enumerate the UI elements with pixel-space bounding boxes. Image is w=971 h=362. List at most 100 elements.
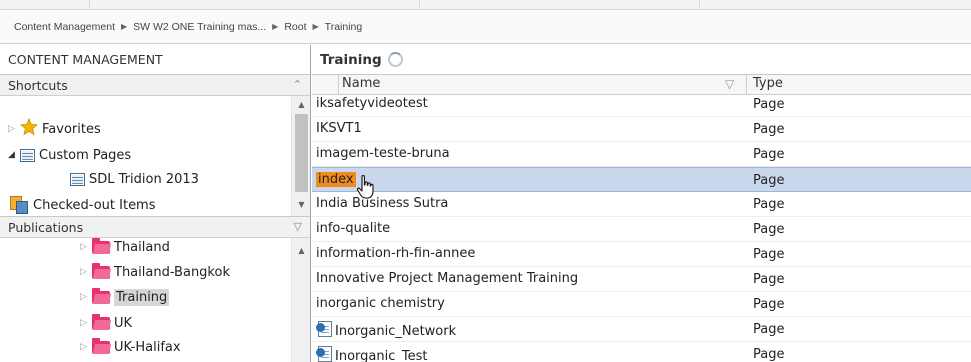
breadcrumb-item[interactable]: Training [325,21,363,33]
tree-item-favorites[interactable]: ▷ Favorites [8,117,101,140]
tree-item-custom-pages[interactable]: ◢ Custom Pages [8,144,131,166]
list-row-type: Page [753,197,785,212]
list-row[interactable]: imagem-teste-bruna Page [312,142,971,167]
filter-icon[interactable]: ▽ [725,77,734,91]
publications-scrollbar[interactable]: ▲ [291,238,310,362]
breadcrumb-separator-icon: ▶ [312,22,319,31]
page-icon [316,321,334,337]
list-row[interactable]: IKSVT1 Page [312,117,971,142]
shortcuts-header[interactable]: Shortcuts ⌃ [0,75,310,96]
list-row[interactable]: Inorganic_Test Page [312,342,971,362]
page-icon [316,346,334,362]
list-row-label: info-qualite [316,221,391,236]
shortcuts-scrollbar[interactable]: ▲ ▼ [291,96,310,216]
list-row[interactable]: iksafetyvideotest Page [312,92,971,117]
expand-icon[interactable]: ▷ [80,242,92,252]
folder-icon [92,238,110,254]
toolbar-segment [420,0,700,10]
list-row-type: Page [753,222,785,237]
tree-item-thailand[interactable]: ▷ Thailand [80,238,170,258]
tree-item-label: Custom Pages [39,147,132,163]
filter-icon[interactable]: ▽ [294,220,302,233]
tree-item-checked-out[interactable]: Checked-out Items [10,194,156,216]
list-row-name: index [316,172,356,187]
tree-item-training[interactable]: ▷ Training [80,286,170,308]
list-row-type: Page [753,97,785,112]
list-row-name: IKSVT1 [316,121,362,136]
list-row[interactable]: information-rh-fin-annee Page [312,242,971,267]
list-row-label: index [316,172,356,187]
shortcuts-tree: ▷ Favorites ◢ Custom Pages SDL Tridion 2… [0,96,310,217]
folder-icon [92,313,110,330]
folder-icon [92,337,110,354]
list-row[interactable]: Innovative Project Management Training Pa… [312,267,971,292]
list-row-name: information-rh-fin-annee [316,246,475,261]
list-row-name: Inorganic_Test [316,346,427,362]
expand-icon[interactable]: ▷ [80,292,92,302]
list-row-type: Page [753,347,785,362]
tree-item-thailand-bangkok[interactable]: ▷ Thailand-Bangkok [80,261,230,283]
expand-icon[interactable]: ▷ [80,267,92,277]
breadcrumb-item[interactable]: SW W2 ONE Training mas... [133,21,266,33]
collapse-icon[interactable]: ⌃ [293,78,302,91]
tree-item-uk-halifax[interactable]: ▷ UK-Halifax [80,336,181,358]
scroll-down-icon[interactable]: ▼ [292,200,310,209]
list-row-label: information-rh-fin-annee [316,246,476,261]
list-row-type: Page [753,297,785,312]
publications-tree: ▷ Thailand ▷ Thailand-Bangkok ▷ Training… [0,238,310,362]
list-row-label: Inorganic_Network [335,324,457,339]
list-row[interactable]: index Page [312,167,971,192]
expand-icon[interactable]: ▷ [80,318,92,328]
tree-item-sdl-tridion[interactable]: SDL Tridion 2013 [70,168,199,190]
list-row-label: IKSVT1 [316,121,362,136]
folder-icon [92,287,110,304]
tree-item-label: Favorites [42,121,101,137]
list-row-label: Inorganic_Test [335,349,428,362]
tree-item-label: SDL Tridion 2013 [89,171,199,187]
list-row[interactable]: India Business Sutra Page [312,192,971,217]
expand-icon[interactable]: ▷ [8,124,20,134]
breadcrumb-item[interactable]: Content Management [14,21,115,33]
list-row-type: Page [753,272,785,287]
tree-item-label: UK-Halifax [114,339,181,355]
panel-title: CONTENT MANAGEMENT [0,45,310,75]
tree-item-uk[interactable]: ▷ UK [80,312,132,334]
custom-page-icon [20,148,35,162]
publications-header[interactable]: Publications ▽ [0,217,310,238]
list-row[interactable]: Inorganic_Network Page [312,317,971,342]
expand-icon[interactable]: ▷ [80,342,92,352]
content-panel: Training Name ▽ Type iksafetyvideotest Pa… [312,45,971,362]
list-row-label: Innovative Project Management Training [316,271,579,286]
list-row-name: info-qualite [316,221,390,236]
list-row-label: inorganic chemistry [316,296,445,311]
list-row-name: imagem-teste-bruna [316,146,450,161]
content-title-bar: Training [312,45,971,75]
list-row-type: Page [753,147,785,162]
scroll-up-icon[interactable]: ▲ [292,246,310,255]
custom-page-icon [70,172,85,186]
star-icon [19,117,39,140]
scrollbar-thumb[interactable] [295,114,308,192]
column-header-type[interactable]: Type [753,76,783,91]
list-row[interactable]: info-qualite Page [312,217,971,242]
tree-item-label: Training [114,288,170,306]
list-row-type: Page [753,247,785,262]
list-row-label: India Business Sutra [316,196,449,211]
breadcrumb-separator-icon: ▶ [120,22,128,31]
list-row-type: Page [753,173,785,188]
tree-item-label: Thailand-Bangkok [114,264,230,280]
tree-item-label: Checked-out Items [33,197,156,213]
scroll-up-icon[interactable]: ▲ [292,100,310,109]
breadcrumb-item[interactable]: Root [284,21,306,33]
list-row[interactable]: inorganic chemistry Page [312,292,971,317]
column-header-name[interactable]: Name [342,76,380,91]
top-toolbar-strip [0,0,971,10]
hand-pointer-cursor-icon [355,174,379,200]
collapse-icon[interactable]: ◢ [8,150,20,160]
refresh-icon[interactable] [387,52,403,67]
tree-item-label: UK [114,315,133,331]
content-title: Training [320,51,382,68]
list-row-name: Innovative Project Management Training [316,271,578,286]
tree-item-label: Thailand [114,239,170,255]
breadcrumb: Content Management ▶ SW W2 ONE Training … [0,10,971,44]
